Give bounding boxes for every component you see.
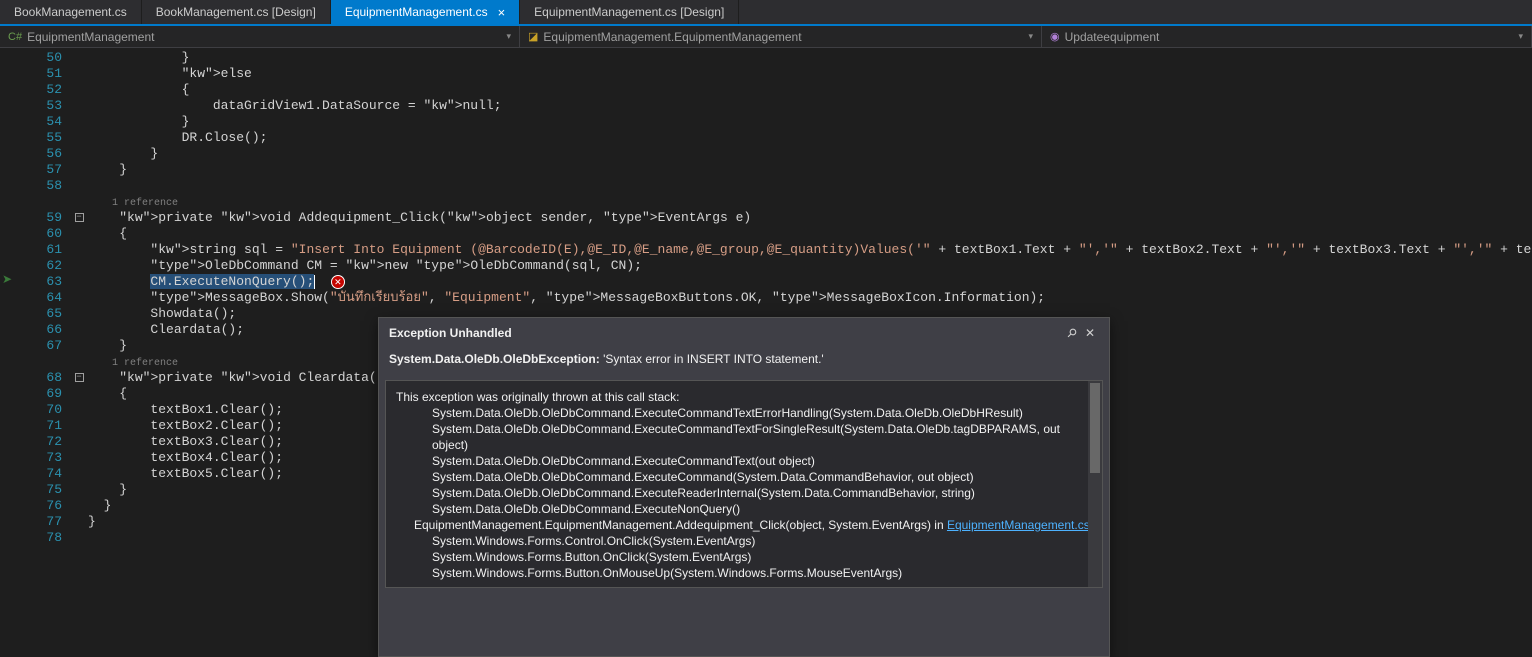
nav-class-label: EquipmentManagement.EquipmentManagement xyxy=(543,30,801,44)
nav-member-dropdown[interactable]: ◉ Updateequipment ▾ xyxy=(1042,26,1532,47)
exception-helper-popup: Exception Unhandled ⚲ ✕ /* fix pin glyph… xyxy=(378,317,1110,657)
exception-source-link[interactable]: EquipmentManagement.cs xyxy=(947,518,1090,532)
error-icon[interactable] xyxy=(331,275,345,289)
outline-margin[interactable]: −− xyxy=(70,48,88,656)
scrollbar[interactable] xyxy=(1088,381,1102,587)
nav-type-label: EquipmentManagement xyxy=(27,30,154,44)
indicator-margin xyxy=(0,48,18,656)
csharp-file-icon: C# xyxy=(8,31,22,43)
tab-label: BookManagement.cs [Design] xyxy=(156,5,316,19)
exception-type: System.Data.OleDb.OleDbException: xyxy=(389,352,600,366)
chevron-down-icon: ▾ xyxy=(1022,31,1033,42)
tab-label: BookManagement.cs xyxy=(14,5,127,19)
pin-icon[interactable]: ⚲ xyxy=(1061,322,1084,345)
close-icon[interactable]: × xyxy=(498,5,506,20)
tab-bookmanagement-design[interactable]: BookManagement.cs [Design] xyxy=(142,0,331,24)
exception-text: 'Syntax error in INSERT INTO statement.' xyxy=(600,352,824,366)
tab-equipmentmanagement-cs[interactable]: EquipmentManagement.cs × xyxy=(331,0,520,24)
exception-message: System.Data.OleDb.OleDbException: 'Synta… xyxy=(379,348,1109,374)
exception-title: Exception Unhandled xyxy=(389,326,1063,340)
scrollbar-thumb[interactable] xyxy=(1090,383,1100,473)
tab-bookmanagement-cs[interactable]: BookManagement.cs xyxy=(0,0,142,24)
exception-stack-panel: This exception was originally thrown at … xyxy=(385,380,1103,588)
tab-label: EquipmentManagement.cs xyxy=(345,5,488,19)
nav-member-label: Updateequipment xyxy=(1065,30,1160,44)
line-number-gutter: 505152535455565758 596061626364656667 68… xyxy=(18,48,70,656)
close-icon[interactable]: ✕ xyxy=(1081,326,1099,340)
navigation-bar: C# EquipmentManagement ▾ ◪ EquipmentMana… xyxy=(0,26,1532,48)
class-icon: ◪ xyxy=(528,30,538,43)
chevron-down-icon: ▾ xyxy=(500,31,511,42)
exception-stack-text[interactable]: This exception was originally thrown at … xyxy=(386,381,1102,587)
nav-type-dropdown[interactable]: C# EquipmentManagement ▾ xyxy=(0,26,520,47)
tab-equipmentmanagement-design[interactable]: EquipmentManagement.cs [Design] xyxy=(520,0,739,24)
tab-label: EquipmentManagement.cs [Design] xyxy=(534,5,724,19)
method-icon: ◉ xyxy=(1050,30,1060,43)
execution-pointer-icon: ➤ xyxy=(2,272,12,286)
tab-bar: BookManagement.cs BookManagement.cs [Des… xyxy=(0,0,1532,26)
chevron-down-icon: ▾ xyxy=(1512,31,1523,42)
nav-class-dropdown[interactable]: ◪ EquipmentManagement.EquipmentManagemen… xyxy=(520,26,1042,47)
